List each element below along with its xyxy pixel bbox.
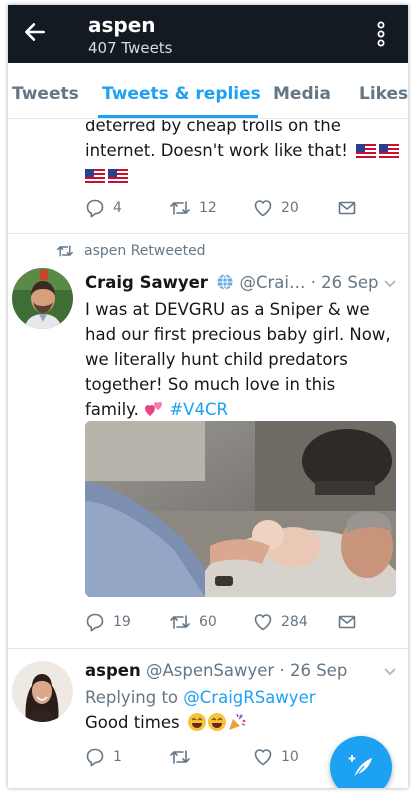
author-name[interactable]: Craig Sawyer [85,273,208,292]
heart-icon [254,200,272,217]
profile-tabs: Tweets Tweets & replies Media Likes [8,63,408,119]
avatar[interactable] [12,661,73,722]
like-button[interactable]: 284 [253,610,308,634]
vertical-dots-icon[interactable] [376,21,386,47]
tweet-divider [8,233,408,234]
arrow-left-icon[interactable] [22,19,48,45]
retweet-icon [170,750,190,764]
replying-to-link[interactable]: @CraigRSawyer [183,688,315,707]
compose-icon [348,755,372,779]
author-handle: @AspenSawyer [145,661,275,680]
mail-icon [338,201,356,215]
reply-button[interactable]: 1 [85,745,122,769]
app-frame: aspen 407 Tweets Tweets Tweets & replies… [8,5,408,788]
tweet-actions: 4 12 20 [8,196,408,224]
us-flag-icon [356,144,377,158]
reply-icon [86,613,104,632]
top-app-bar: aspen 407 Tweets [8,5,408,63]
share-button[interactable] [337,196,357,220]
retweet-icon [170,615,190,629]
tweet-text: internet. Doesn't work like that! [85,141,348,160]
like-button[interactable]: 10 [253,745,299,769]
reply-context: Replying to @CraigRSawyer [85,685,316,710]
two-hearts-icon [145,402,163,416]
tab-tweets[interactable]: Tweets [12,84,79,104]
tweet-count: 407 Tweets [88,39,173,57]
author-handle: @Crai… [239,273,306,292]
chevron-down-icon[interactable] [384,667,396,677]
tweet-text-line: internet. Doesn't work like that! [85,138,400,163]
tweet-text: family. [85,400,139,419]
reply-button[interactable]: 19 [85,610,131,634]
retweet-button[interactable]: 60 [169,610,217,634]
like-button[interactable]: 20 [253,196,299,220]
hashtag-link[interactable]: #V4CR [169,400,228,419]
tab-media[interactable]: Media [273,84,331,104]
reply-count: 19 [113,614,131,630]
tweet-header: Craig Sawyer @Crai… · 26 Sep [85,273,379,292]
tab-tweets-and-replies[interactable]: Tweets & replies [102,84,261,104]
tweet-header: aspen @AspenSawyer · 26 Sep [85,661,347,680]
share-button[interactable] [337,610,357,634]
laughing-face-icon [207,713,226,731]
party-popper-icon [228,713,246,730]
tweet-timestamp: · 26 Sep [310,273,379,292]
tweet-photo[interactable] [85,421,396,597]
tweet-divider [8,648,408,649]
reply-count: 4 [113,200,122,216]
tweet-text-line: together! So much love in this [85,375,336,394]
tweet-body: Good times [85,710,247,735]
replying-to-label: Replying to [85,688,179,707]
laughing-face-icon [187,713,206,731]
mail-icon [338,615,356,629]
tweet-actions: 19 60 284 [8,610,408,638]
baby-and-father-photo [85,421,396,597]
retweet-button[interactable] [169,745,199,769]
profile-name-title: aspen [88,13,156,37]
avatar[interactable] [12,268,73,329]
globe-icon [217,274,233,290]
like-count: 284 [281,614,308,630]
reply-count: 1 [113,749,122,765]
tweet-timestamp: · 26 Sep [279,661,348,680]
retweeted-by-text: aspen Retweeted [84,243,206,259]
us-flag-icon [379,144,400,158]
retweet-count: 12 [199,200,217,216]
active-tab-indicator [98,115,258,118]
heart-icon [254,749,272,766]
reply-icon [86,199,104,218]
heart-icon [254,614,272,631]
retweet-icon [57,245,73,257]
us-flag-icon [85,169,105,183]
author-name[interactable]: aspen [85,661,141,680]
us-flag-icon [108,169,128,183]
craig-sawyer-avatar [12,268,73,329]
retweeted-by-label: aspen Retweeted [56,243,206,259]
tweet-text-line: we literally hunt child predators [85,350,348,369]
compose-tweet-button[interactable] [330,736,392,788]
reply-icon [86,748,104,767]
tab-likes[interactable]: Likes [359,84,408,104]
tweet-text-line [85,163,128,188]
like-count: 10 [281,749,299,765]
chevron-down-icon[interactable] [384,279,396,289]
reply-button[interactable]: 4 [85,196,122,220]
tweet-body: I was at DEVGRU as a Sniper & we had our… [85,297,391,422]
retweet-button[interactable]: 12 [169,196,217,220]
tweet-text-line: had our first precious baby girl. Now, [85,325,391,344]
tweet-text: Good times [85,713,180,732]
tweet-text-line: family. #V4CR [85,397,391,422]
tweet-text-line: I was at DEVGRU as a Sniper & we [85,300,370,319]
like-count: 20 [281,200,299,216]
aspen-avatar [12,661,73,722]
retweet-icon [170,201,190,215]
retweet-count: 60 [199,614,217,630]
